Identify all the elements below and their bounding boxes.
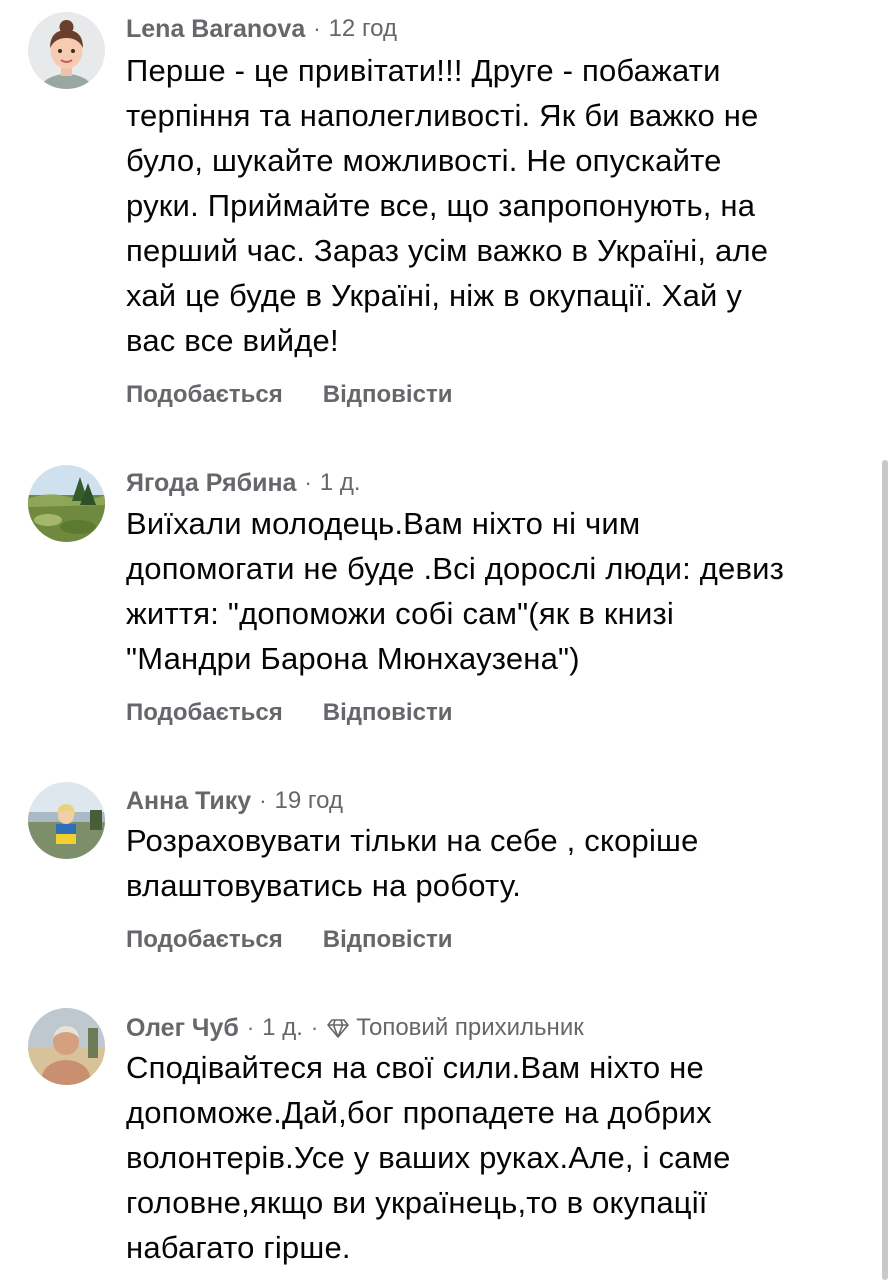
comment-actions: Подобається Відповісти [126,696,452,730]
separator: · [304,470,312,495]
comment-line: Перше - це привітати!!! Друге - побажати [126,53,721,88]
comment-line: вас все вийде! [126,323,339,358]
comment-line: "Мандри Барона Мюнхаузена") [126,641,580,676]
author-name[interactable]: Анна Тику [126,787,251,816]
landscape-photo [28,465,105,542]
reply-button[interactable]: Відповісти [323,699,453,727]
person-beach-photo [28,1008,105,1085]
comment-line: Сподівайтеся на свої сили.Вам ніхто не [126,1050,704,1085]
like-button[interactable]: Подобається [126,926,283,954]
comment-line: Розраховувати тільки на себе , скоріше [126,823,699,858]
comment-line: набагато гірше. [126,1230,351,1265]
comment-text: Перше - це привітати!!! Друге - побажати… [126,48,866,363]
comment-line: перший час. Зараз усім важко в Україні, … [126,233,769,268]
comment-line: волонтерів.Усе у ваших руках.Але, і саме [126,1140,731,1175]
badge-label: Топовий прихильник [356,1014,584,1041]
timestamp[interactable]: 1 д. [262,1014,303,1042]
separator: · [310,1015,319,1040]
comment-line: хай це буде в Україні, ніж в окупації. Х… [126,278,743,313]
avatar[interactable] [28,12,105,89]
comment-header: Lena Baranova · 12 год [126,12,397,46]
avatar[interactable] [28,1008,105,1085]
comment-text: Розраховувати тільки на себе , скоріше в… [126,818,866,908]
author-name[interactable]: Ягода Рябина [126,469,296,498]
separator: · [259,788,267,813]
comment-line: допоможе.Дай,бог пропадете на добрих [126,1095,712,1130]
separator: · [246,1015,255,1040]
comment-text: Сподівайтеся на свої сили.Вам ніхто не д… [126,1045,866,1270]
diamond-icon [327,1019,349,1038]
reply-button[interactable]: Відповісти [323,381,453,409]
comment-line: було, шукайте можливості. Не опускайте [126,143,722,178]
comment-actions: Подобається Відповісти [126,378,452,412]
comment-header: Олег Чуб · 1 д. · Топовий прихильник [126,1011,584,1045]
like-button[interactable]: Подобається [126,699,283,727]
comment-header: Ягода Рябина · 1 д. [126,466,360,500]
timestamp[interactable]: 1 д. [320,469,361,497]
timestamp[interactable]: 12 год [329,15,397,43]
separator: · [313,16,321,41]
comment-line: руки. Приймайте все, що запропонують, на [126,188,756,223]
like-button[interactable]: Подобається [126,381,283,409]
avatar[interactable] [28,782,105,859]
scrollbar[interactable] [882,460,888,1280]
comment-line: влаштовуватись на роботу. [126,868,522,903]
author-name[interactable]: Lena Baranova [126,15,305,44]
comment-line: Виїхали молодець.Вам ніхто ні чим [126,506,641,541]
reply-button[interactable]: Відповісти [323,926,453,954]
person-with-flag-photo [28,782,105,859]
comment-line: життя: "допоможи собі сам"(як в книзі [126,596,674,631]
comment-text: Виїхали молодець.Вам ніхто ні чим допомо… [126,501,866,681]
timestamp[interactable]: 19 год [275,787,343,815]
comment-line: головне,якщо ви українець,то в окупації [126,1185,708,1220]
comment-header: Анна Тику · 19 год [126,784,343,818]
comment-actions: Подобається Відповісти [126,923,452,957]
cartoon-avatar-icon [28,12,105,89]
comment-line: допомогати не буде .Всі дорослі люди: де… [126,551,785,586]
avatar[interactable] [28,465,105,542]
comment-line: терпіння та наполегливості. Як би важко … [126,98,759,133]
top-fan-badge[interactable]: Топовий прихильник [326,1014,584,1042]
author-name[interactable]: Олег Чуб [126,1014,239,1043]
